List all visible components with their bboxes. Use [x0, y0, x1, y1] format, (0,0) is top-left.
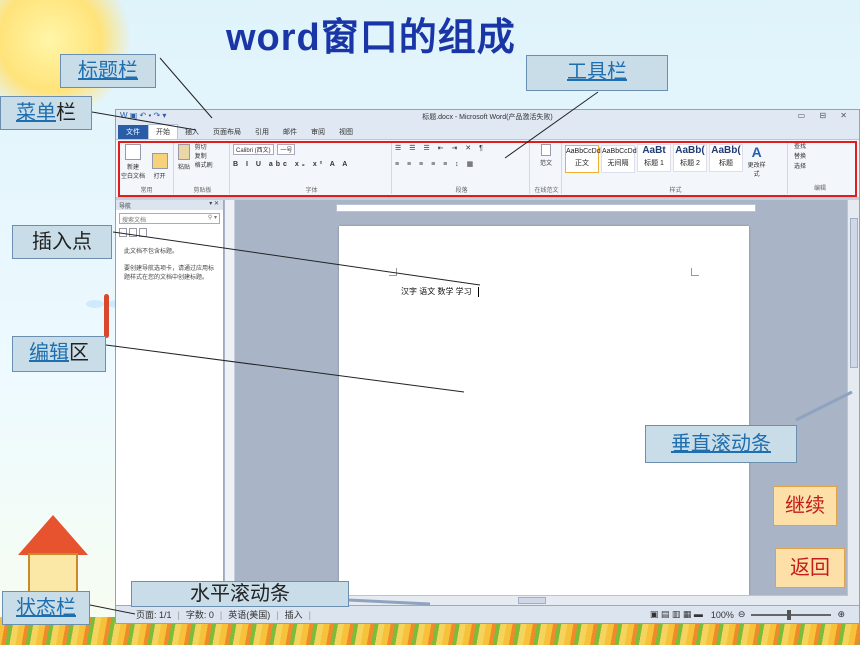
status-language[interactable]: 英语(美国): [228, 608, 270, 621]
tab-layout[interactable]: 页面布局: [206, 125, 248, 139]
status-words[interactable]: 字数: 0: [186, 608, 214, 621]
tab-insert[interactable]: 插入: [178, 125, 206, 139]
search-icon: ⚲ ▾: [207, 215, 217, 221]
label-edit-area[interactable]: 编辑区: [12, 336, 106, 372]
continue-button[interactable]: 继续: [773, 486, 837, 526]
word-menubar: 文件 开始 插入 页面布局 引用 邮件 审阅 视图: [116, 124, 859, 140]
vertical-ruler: [225, 200, 235, 605]
nav-message-2: 要创建导航选项卡，请通过应用标题样式在您的文档中创建标题。: [124, 266, 215, 281]
label-statusbar[interactable]: 状态栏: [2, 591, 90, 625]
window-title: 标题.docx - Microsoft Word(产品激活失败): [422, 114, 553, 121]
window-controls[interactable]: ▭ ⊟ ✕: [798, 111, 853, 120]
zoom-out-icon[interactable]: ⊖: [738, 609, 746, 620]
zoom-level[interactable]: 100%: [711, 610, 734, 620]
tab-view[interactable]: 视图: [332, 125, 360, 139]
label-menubar[interactable]: 菜单栏: [0, 96, 92, 130]
word-titlebar: W ▣ ↶ • ↷ ▾ 标题.docx - Microsoft Word(产品激…: [116, 110, 859, 124]
slide-title: word窗口的组成: [226, 17, 516, 59]
label-toolbar[interactable]: 工具栏: [526, 55, 668, 91]
back-button[interactable]: 返回: [775, 548, 845, 588]
toolbar-highlight-box: [118, 141, 857, 197]
view-buttons[interactable]: ▣ ▤ ▥ ▦ ▬: [650, 609, 703, 620]
horizontal-scroll-thumb[interactable]: [518, 597, 546, 604]
word-window: W ▣ ↶ • ↷ ▾ 标题.docx - Microsoft Word(产品激…: [115, 109, 860, 624]
file-menu[interactable]: 文件: [118, 124, 148, 139]
close-icon[interactable]: ▾ ✕: [209, 200, 219, 207]
horizontal-scrollbar[interactable]: [338, 595, 848, 605]
label-titlebar[interactable]: 标题栏: [60, 54, 156, 88]
tab-review[interactable]: 审阅: [304, 125, 332, 139]
status-mode[interactable]: 插入: [285, 608, 303, 621]
tab-home[interactable]: 开始: [148, 124, 178, 139]
insertion-cursor: [477, 286, 479, 297]
zoom-slider[interactable]: [751, 609, 832, 620]
nav-search-input[interactable]: 搜索文档 ⚲ ▾: [119, 213, 220, 224]
work-area: 导航 ▾ ✕ 搜索文档 ⚲ ▾ 此文档不包含标题。 要创建导航选项卡，请通过应用标题…: [116, 200, 859, 605]
tab-references[interactable]: 引用: [248, 125, 276, 139]
status-page[interactable]: 页面: 1/1: [136, 608, 172, 621]
crop-mark: [691, 268, 699, 276]
document-page[interactable]: 汉字 语文 数学 学习: [339, 226, 749, 605]
nav-message-1: 此文档不包含标题。: [124, 249, 179, 255]
crop-mark: [389, 268, 397, 276]
navigation-pane: 导航 ▾ ✕ 搜索文档 ⚲ ▾ 此文档不包含标题。 要创建导航选项卡，请通过应用标题…: [116, 200, 224, 605]
vertical-scrollbar[interactable]: [847, 200, 859, 605]
horizontal-ruler[interactable]: [336, 204, 756, 212]
vertical-scroll-thumb[interactable]: [850, 218, 858, 368]
ribbon: 新建 空白文档 打开 常用 粘贴 剪切 复制 格式刷 剪贴板 Calibri (…: [116, 140, 859, 198]
tab-mailings[interactable]: 邮件: [276, 125, 304, 139]
word-statusbar: 页面: 1/1 | 字数: 0 | 英语(美国) | 插入 | ▣ ▤ ▥ ▦ ▬ 10…: [116, 605, 859, 623]
nav-tabs[interactable]: [119, 228, 220, 240]
zoom-controls: ▣ ▤ ▥ ▦ ▬ 100% ⊖ ⊕: [650, 609, 845, 620]
document-text-line[interactable]: 汉字 语文 数学 学习: [401, 286, 479, 297]
nav-header: 导航 ▾ ✕: [116, 200, 223, 210]
zoom-in-icon[interactable]: ⊕: [837, 609, 845, 620]
label-vertical-scrollbar[interactable]: 垂直滚动条: [645, 425, 797, 463]
label-insertion-point: 插入点: [12, 225, 112, 259]
label-horizontal-scrollbar: 水平滚动条: [131, 581, 349, 607]
